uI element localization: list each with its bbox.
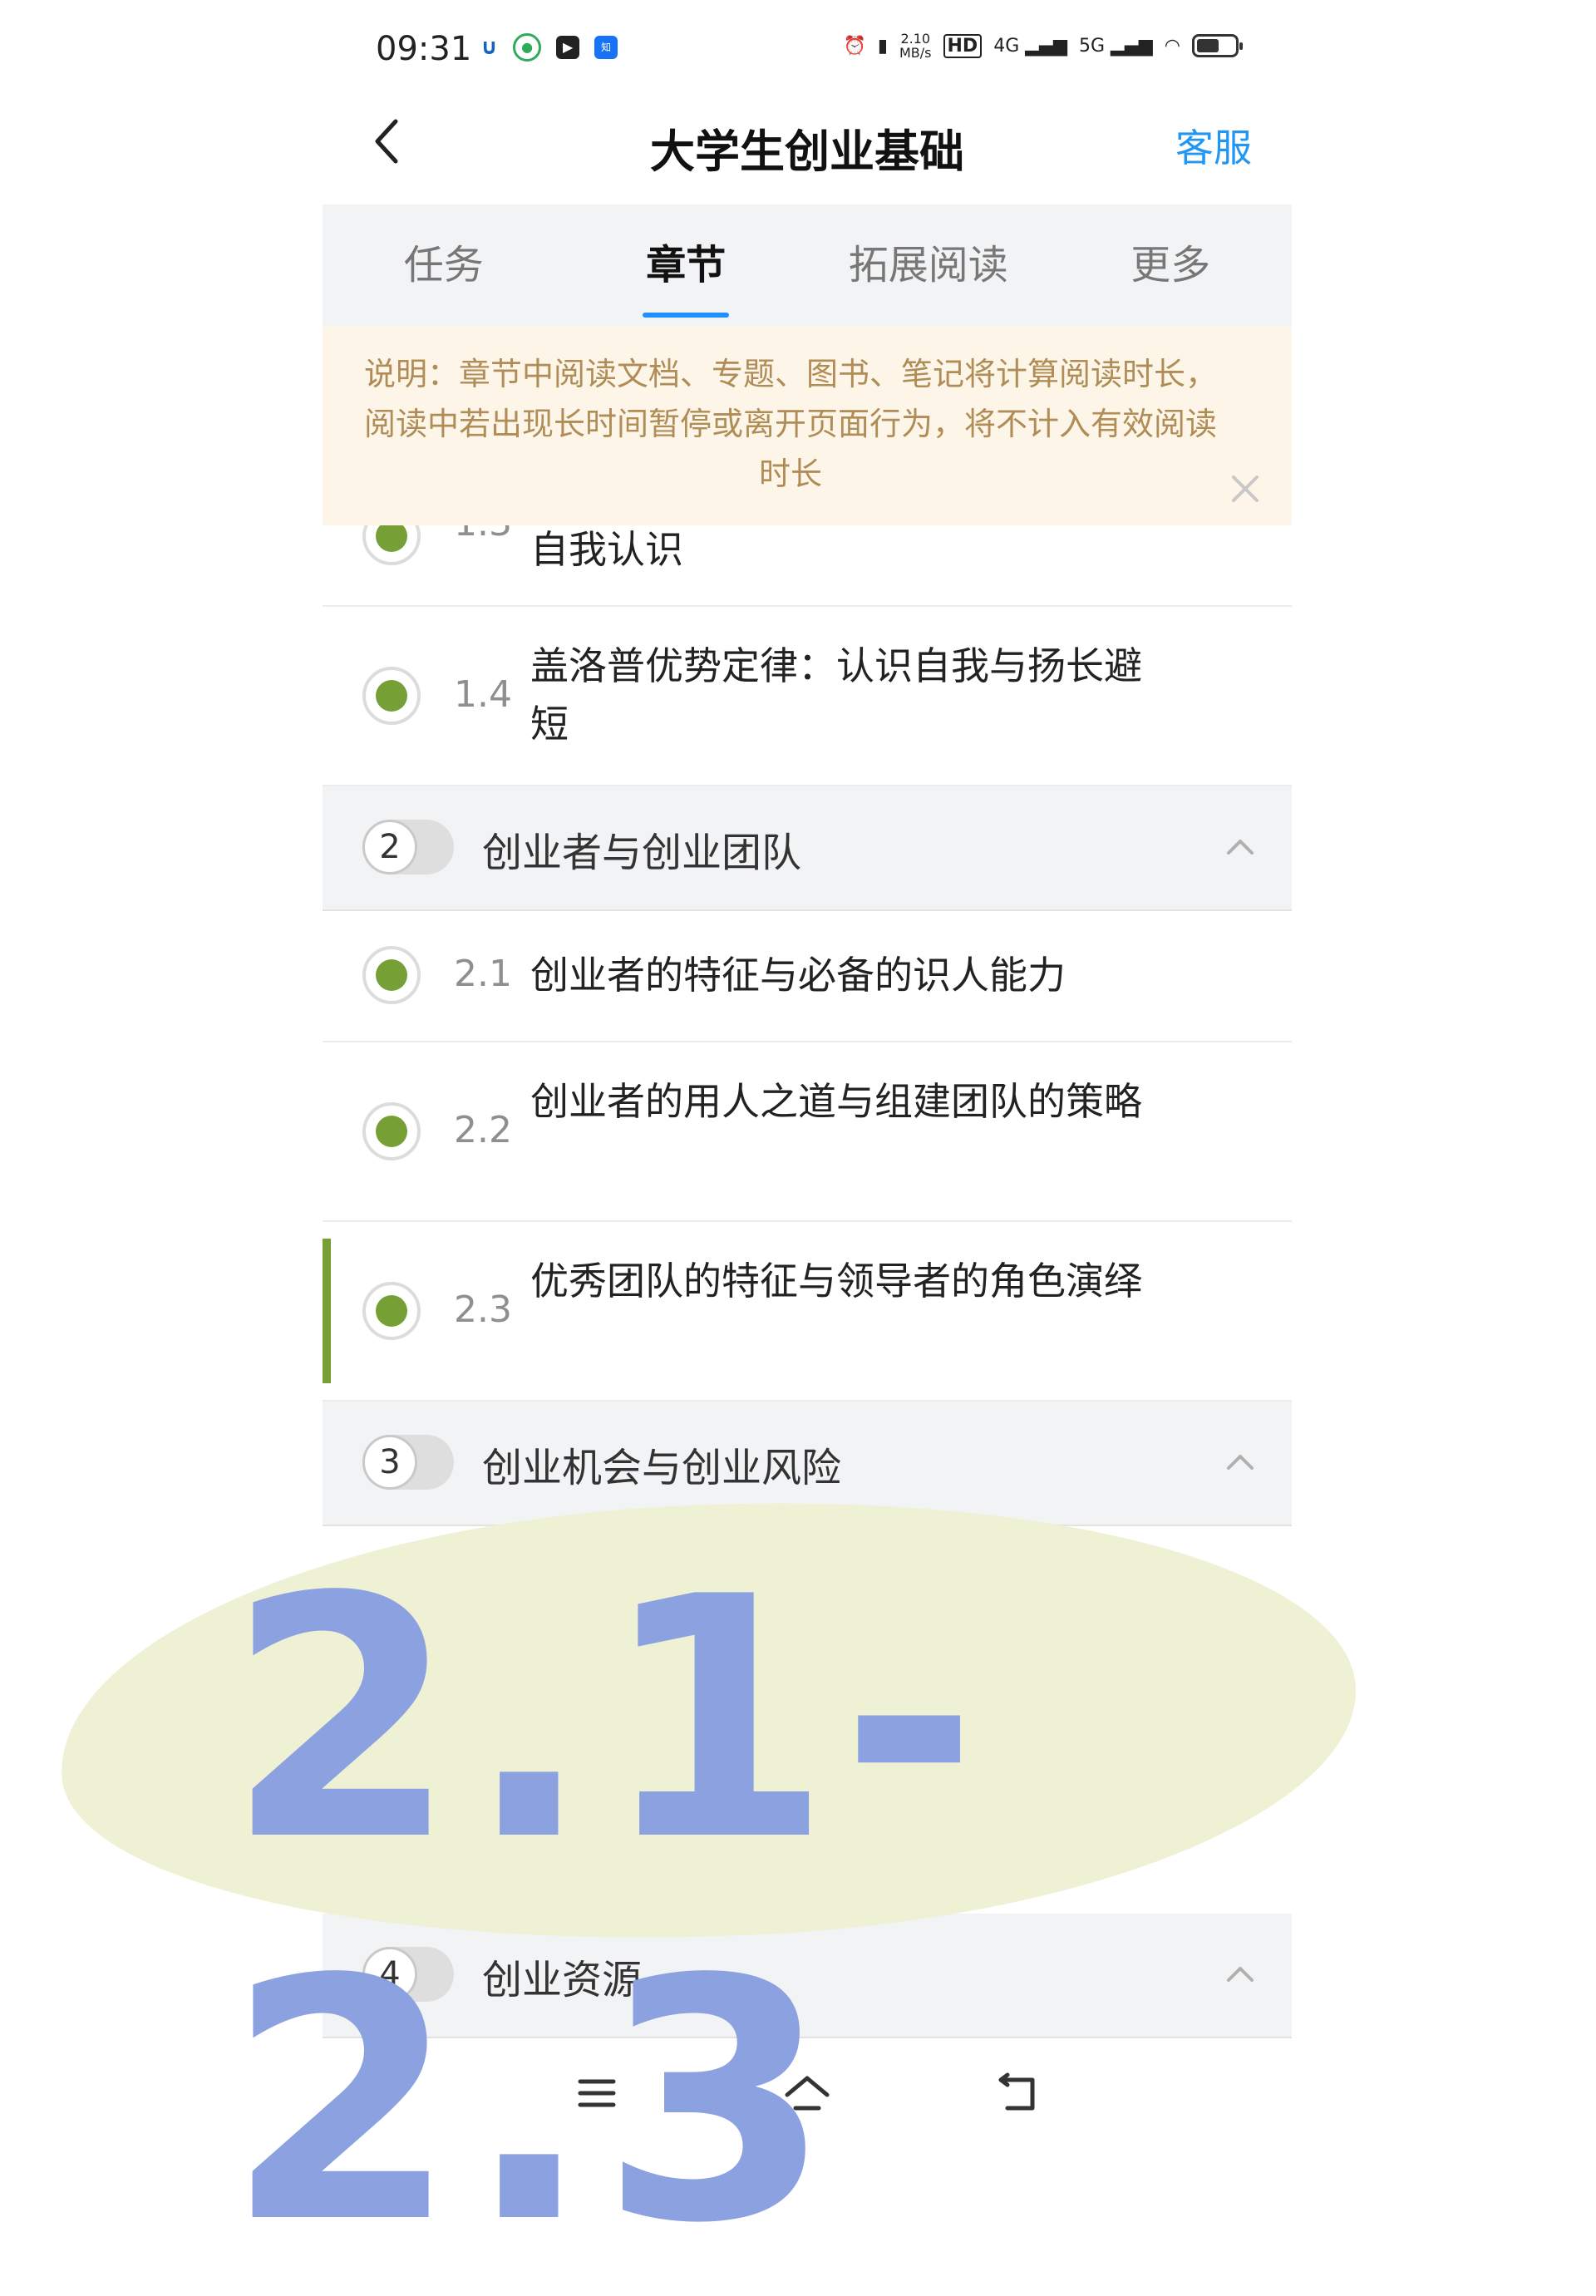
customer-service-link[interactable]: 客服 xyxy=(1175,118,1252,173)
section-item-2-1[interactable]: 2.1 创业者的特征与必备的识人能力 xyxy=(323,911,1292,1042)
chapter-title: 创业者与创业团队 xyxy=(482,830,802,876)
battery-icon xyxy=(1192,34,1243,57)
tab-extended-reading[interactable]: 拓展阅读 xyxy=(807,204,1050,326)
chapter-number: 3 xyxy=(362,1435,417,1490)
chapter-title: 创业机会与创业风险 xyxy=(482,1445,842,1491)
section-number: 2.2 xyxy=(454,1109,512,1151)
signal-4g-icon: 4G ▂▄▆ xyxy=(993,35,1067,57)
chapter-toggle: 2 xyxy=(362,820,454,875)
completed-status-icon xyxy=(362,1102,421,1160)
section-item-1-4[interactable]: 1.4 盖洛普优势定律：认识自我与扬长避短 xyxy=(323,607,1292,786)
signal-5g-icon: 5G ▂▄▆ xyxy=(1079,35,1153,57)
alarm-icon: ⏰ xyxy=(843,35,866,57)
section-number: 1.4 xyxy=(454,673,512,716)
green-app-icon: ● xyxy=(513,33,542,62)
status-bar: 09:31 ∪ ● ▶ 知 ⏰ ▮ 2.10 MB/s HD 4G ▂▄▆ 5G… xyxy=(323,25,1292,75)
title-bar: 大学生创业基础 客服 xyxy=(323,100,1292,183)
sticker-range-text: 2.1-2.3 xyxy=(226,1527,987,2296)
section-title: 创业者的用人之道与组建团队的策略 xyxy=(530,1079,1142,1124)
chevron-up-icon[interactable] xyxy=(1225,831,1255,861)
section-title: 优秀团队的特征与领导者的角色演绎 xyxy=(530,1259,1142,1303)
network-speed: 2.10 MB/s xyxy=(899,31,932,61)
reading-notice-banner: 说明：章节中阅读文档、专题、图书、笔记将计算阅读时长，阅读中若出现长时间暂停或离… xyxy=(323,326,1292,525)
section-title: 创业者的特征与必备的识人能力 xyxy=(530,953,1066,998)
tab-chapters[interactable]: 章节 xyxy=(565,204,808,326)
wifi-icon: ◠ xyxy=(1164,35,1180,57)
section-title: 盖洛普优势定律：认识自我与扬长避短 xyxy=(530,643,1142,746)
chapter-number: 2 xyxy=(362,820,417,875)
vibrate-icon: ▮ xyxy=(877,35,888,57)
chapter-toggle: 3 xyxy=(362,1435,454,1490)
section-number: 2.3 xyxy=(454,1288,512,1331)
status-time: 09:31 xyxy=(376,30,472,68)
zhihu-app-icon: 知 xyxy=(594,36,618,59)
annotation-sticker: 2.1-2.3 xyxy=(49,1471,1367,2294)
completed-status-icon xyxy=(362,946,421,1004)
tab-bar: 任务 章节 拓展阅读 更多 xyxy=(323,204,1292,326)
tab-more[interactable]: 更多 xyxy=(1050,204,1293,326)
completed-status-icon xyxy=(362,667,421,725)
hd-icon: HD xyxy=(943,33,983,58)
status-indicators: ⏰ ▮ 2.10 MB/s HD 4G ▂▄▆ 5G ▂▄▆ ◠ xyxy=(843,31,1243,61)
notice-close-button[interactable] xyxy=(1229,472,1262,505)
tab-tasks[interactable]: 任务 xyxy=(323,204,565,326)
status-app-icons: ∪ ● ▶ 知 xyxy=(480,33,618,62)
notice-text: 说明：章节中阅读文档、专题、图书、笔记将计算阅读时长，阅读中若出现长时间暂停或离… xyxy=(364,356,1218,492)
page-title: 大学生创业基础 xyxy=(650,126,964,178)
completed-status-icon xyxy=(362,1282,421,1340)
section-title: 自我认识 xyxy=(530,527,683,572)
chapter-2-header[interactable]: 2 创业者与创业团队 xyxy=(323,786,1292,911)
section-item-2-2[interactable]: 2.2 创业者的用人之道与组建团队的策略 xyxy=(323,1042,1292,1222)
close-icon xyxy=(1232,475,1259,502)
play-app-icon: ▶ xyxy=(556,36,580,59)
section-number: 2.1 xyxy=(454,953,512,995)
chevron-up-icon[interactable] xyxy=(1225,1446,1255,1476)
section-item-2-3[interactable]: 2.3 优秀团队的特征与领导者的角色演绎 xyxy=(323,1222,1292,1402)
u-app-icon: ∪ xyxy=(480,35,499,60)
